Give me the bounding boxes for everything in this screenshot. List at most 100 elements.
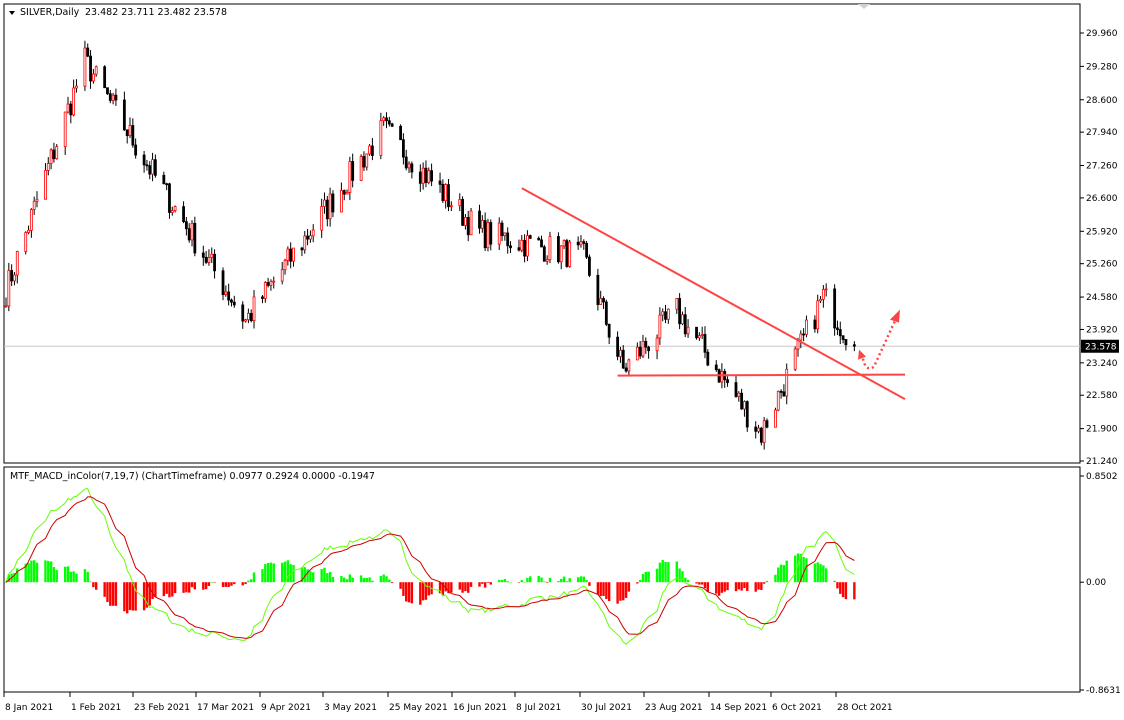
macd-histogram-bar xyxy=(221,582,225,587)
macd-histogram-bar xyxy=(467,582,470,593)
macd-histogram-bar xyxy=(529,576,532,583)
candle xyxy=(542,244,546,262)
candle xyxy=(469,207,473,236)
macd-histogram-bar xyxy=(540,577,543,583)
macd-histogram-bar xyxy=(664,561,667,583)
macd-histogram-bar xyxy=(345,579,349,583)
macd-histogram-bar xyxy=(382,574,385,583)
macd-histogram-bar xyxy=(785,560,788,583)
macd-histogram-bar xyxy=(283,561,287,583)
macd-histogram-bar xyxy=(483,582,487,588)
macd-histogram-bar xyxy=(737,582,741,590)
macd-histogram-bar xyxy=(777,567,780,583)
candle xyxy=(568,239,572,268)
macd-histogram-bar xyxy=(204,582,208,590)
macd-histogram-bar xyxy=(230,582,233,586)
x-tick-label: 8 Jul 2021 xyxy=(516,703,561,713)
macd-histogram-bar xyxy=(171,582,174,597)
macd-histogram-bar xyxy=(498,579,501,583)
macd-histogram-bar xyxy=(661,560,664,583)
macd-histogram-bar xyxy=(841,582,845,598)
macd-histogram-bar xyxy=(616,582,619,604)
price-tick-label: 22.580 xyxy=(1086,391,1118,401)
macd-histogram-bar xyxy=(168,582,171,598)
macd-histogram-bar xyxy=(560,578,563,583)
macd-histogram-bar xyxy=(154,582,157,598)
macd-histogram-bar xyxy=(202,582,205,590)
price-tick-label: 23.240 xyxy=(1086,359,1118,369)
macd-histogram-bar xyxy=(557,580,560,583)
candle xyxy=(745,400,749,432)
price-tick-label: 27.260 xyxy=(1086,162,1118,172)
macd-tick-label: -0.8631 xyxy=(1086,686,1121,696)
macd-histogram-bar xyxy=(762,582,766,584)
macd-histogram-bar xyxy=(782,565,786,583)
macd-histogram-bar xyxy=(568,578,571,583)
macd-histogram-bar xyxy=(576,577,580,583)
price-tick-label: 29.280 xyxy=(1086,62,1118,72)
macd-histogram-bar xyxy=(123,582,126,612)
macd-histogram-bar xyxy=(700,582,704,585)
macd-tick-label: 0.8502 xyxy=(1086,472,1118,482)
macd-histogram-bar xyxy=(754,582,757,592)
macd-histogram-bar xyxy=(309,571,312,583)
candle xyxy=(359,154,363,181)
macd-histogram-bar xyxy=(520,580,523,583)
macd-histogram-bar xyxy=(320,569,323,583)
macd-histogram-bar xyxy=(326,573,329,583)
support-line[interactable] xyxy=(617,373,906,377)
macd-histogram-bar xyxy=(506,581,509,583)
x-tick-label: 1 Feb 2021 xyxy=(71,703,121,713)
candle xyxy=(776,390,780,412)
macd-histogram-bar xyxy=(75,573,78,583)
x-tick-label: 17 Mar 2021 xyxy=(197,703,254,713)
macd-histogram-bar xyxy=(723,582,726,592)
macd-histogram-bar xyxy=(362,578,366,583)
macd-histogram-bar xyxy=(695,582,698,584)
macd-histogram-bar xyxy=(469,582,473,587)
macd-histogram-bar xyxy=(193,582,197,590)
macd-histogram-bar xyxy=(351,577,354,583)
macd-histogram-bar xyxy=(678,568,681,583)
macd-histogram-bar xyxy=(686,579,690,583)
macd-histogram-bar xyxy=(481,582,484,584)
macd-histogram-bar xyxy=(636,582,639,584)
macd-histogram-bar xyxy=(822,565,825,583)
macd-histogram-bar xyxy=(348,574,352,583)
macd-histogram-bar xyxy=(30,560,33,583)
x-tick-label: 28 Oct 2021 xyxy=(837,703,893,713)
macd-histogram-bar xyxy=(52,567,56,583)
macd-histogram-bar xyxy=(579,576,583,583)
macd-histogram-bar xyxy=(188,582,191,593)
price-tick-label: 25.920 xyxy=(1086,227,1118,237)
macd-histogram-bar xyxy=(757,582,760,590)
macd-histogram-bar xyxy=(410,582,414,604)
macd-histogram-bar xyxy=(142,582,146,611)
macd-histogram-bar xyxy=(602,582,605,596)
x-tick-label: 8 Jan 2021 xyxy=(5,703,53,713)
macd-histogram-bar xyxy=(641,573,645,583)
macd-histogram-bar xyxy=(72,571,75,583)
candle xyxy=(399,124,402,141)
price-tick-label: 27.940 xyxy=(1086,128,1118,138)
macd-histogram-bar xyxy=(224,582,228,587)
macd-histogram-bar xyxy=(517,582,521,583)
macd-tick-label: 0.00 xyxy=(1086,578,1106,588)
x-tick-label: 25 May 2021 xyxy=(389,703,448,713)
macd-histogram-bar xyxy=(503,579,507,583)
macd-histogram-bar xyxy=(624,582,628,598)
macd-histogram-bar xyxy=(619,582,622,601)
macd-histogram-bar xyxy=(853,582,856,600)
macd-histogram-bar xyxy=(210,582,213,583)
macd-histogram-bar xyxy=(241,582,244,586)
macd-histogram-bar xyxy=(588,582,591,586)
macd-histogram-bar xyxy=(340,575,343,583)
candle xyxy=(106,87,109,95)
macd-histogram-bar xyxy=(69,571,73,583)
macd-histogram-bar xyxy=(562,576,566,583)
candle xyxy=(486,218,490,252)
macd-histogram-bar xyxy=(272,563,275,583)
macd-histogram-bar xyxy=(312,572,315,583)
macd-histogram-bar xyxy=(703,582,707,589)
candle xyxy=(585,240,589,259)
